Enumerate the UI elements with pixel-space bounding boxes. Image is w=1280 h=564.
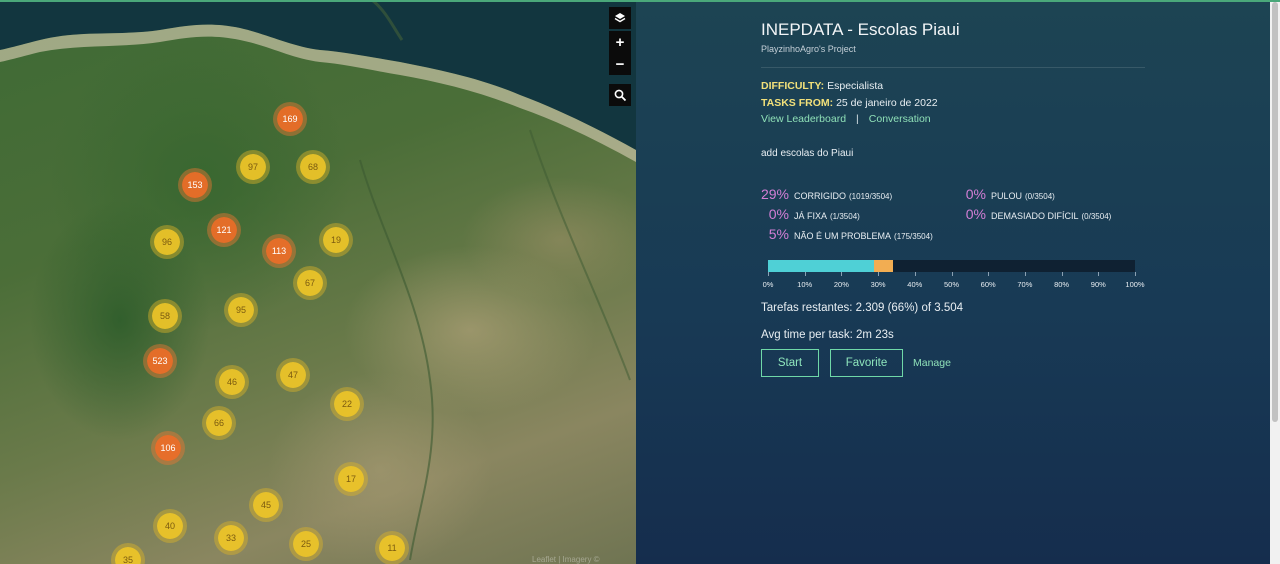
avg-time-per-task: Avg time per task: 2m 23s <box>761 329 894 341</box>
stat-pulou: 0% PULOU (0/3504) <box>954 186 1055 202</box>
stat-count: (1019/3504) <box>849 192 893 201</box>
stat-nao-e-problema: 5% NÃO É UM PROBLEMA (175/3504) <box>757 226 933 242</box>
favorite-button[interactable]: Favorite <box>830 349 903 377</box>
progress-tick <box>1135 272 1136 276</box>
map-cluster-marker[interactable]: 121 <box>211 217 237 243</box>
map-cluster-marker[interactable]: 113 <box>266 238 292 264</box>
map-cluster-marker[interactable]: 96 <box>154 229 180 255</box>
progress-tick-label: 0% <box>762 280 774 289</box>
top-accent-line <box>0 0 1280 2</box>
map-cluster-marker[interactable]: 95 <box>228 297 254 323</box>
progress-segment-fixed <box>768 260 875 272</box>
divider <box>761 67 1145 68</box>
map-cluster-marker[interactable]: 25 <box>293 531 319 557</box>
progress-tick <box>1098 272 1100 276</box>
progress-tick <box>988 272 990 276</box>
map-cluster-marker[interactable]: 45 <box>253 492 279 518</box>
map-cluster-marker[interactable]: 66 <box>206 410 232 436</box>
stat-count: (0/3504) <box>1025 192 1055 201</box>
map-cluster-marker[interactable]: 22 <box>334 391 360 417</box>
stat-label: JÁ FIXA <box>794 211 828 221</box>
progress-tick <box>768 272 769 276</box>
stat-label: CORRIGIDO <box>794 191 847 201</box>
stat-percent: 0% <box>768 206 789 222</box>
progress-tick-label: 40% <box>907 280 923 289</box>
stat-percent: 5% <box>768 226 789 242</box>
progress-tick-label: 70% <box>1017 280 1033 289</box>
zoom-in-button[interactable]: + <box>609 31 631 53</box>
start-button[interactable]: Start <box>761 349 819 377</box>
map-cluster-marker[interactable]: 97 <box>240 154 266 180</box>
stat-label: DEMASIADO DIFÍCIL <box>991 211 1079 221</box>
stat-demasiado-dificil: 0% DEMASIADO DIFÍCIL (0/3504) <box>954 206 1112 222</box>
leaderboard-link[interactable]: View Leaderboard <box>761 113 846 125</box>
progress-tick-label: 10% <box>797 280 813 289</box>
project-owner: PlayzinhoAgro's Project <box>761 44 856 54</box>
map-cluster-marker[interactable]: 33 <box>218 525 244 551</box>
progress-tick <box>878 272 880 276</box>
progress-tick <box>1024 272 1026 276</box>
conversation-link[interactable]: Conversation <box>869 113 931 125</box>
progress-tick-label: 50% <box>943 280 960 289</box>
map-cluster-marker[interactable]: 169 <box>277 106 303 132</box>
map-cluster-marker[interactable]: 19 <box>323 227 349 253</box>
map-cluster-marker[interactable]: 58 <box>152 303 178 329</box>
stat-percent: 29% <box>760 186 789 202</box>
layers-icon[interactable] <box>609 7 631 29</box>
map-cluster-marker[interactable]: 67 <box>297 270 323 296</box>
map-cluster-marker[interactable]: 46 <box>219 369 245 395</box>
stat-count: (175/3504) <box>894 232 933 241</box>
progress-tick <box>951 272 953 276</box>
tasks-from-row: TASKS FROM: 25 de janeiro de 2022 <box>761 97 938 109</box>
stat-count: (0/3504) <box>1081 212 1112 221</box>
map-cluster-marker[interactable]: 40 <box>157 513 183 539</box>
project-description: add escolas do Piaui <box>761 148 854 159</box>
progress-scale: 0% 10% 20% 30% 40% 50% 60% 70% 80% 90% 100% <box>763 272 1145 292</box>
map-cluster-marker[interactable]: 523 <box>147 348 173 374</box>
map-cluster-marker[interactable]: 17 <box>338 466 364 492</box>
map-cluster-marker[interactable]: 106 <box>155 435 181 461</box>
map-cluster-marker[interactable]: 47 <box>280 362 306 388</box>
map-attribution[interactable]: Leaflet | Imagery © <box>532 555 600 564</box>
stat-label: PULOU <box>991 191 1023 201</box>
stat-percent: 0% <box>965 186 986 202</box>
link-separator: | <box>856 113 859 125</box>
progress-tick-label: 30% <box>870 280 886 289</box>
stat-corrigido: 29% CORRIGIDO (1019/3504) <box>757 186 892 202</box>
map-cluster-marker[interactable]: 68 <box>300 154 326 180</box>
progress-tick <box>914 272 916 276</box>
stat-count: (1/3504) <box>830 212 860 221</box>
tasks-from-value: 25 de janeiro de 2022 <box>836 97 938 109</box>
progress-tick-label: 90% <box>1090 280 1106 289</box>
page-title: INEPDATA - Escolas Piaui <box>761 20 960 39</box>
progress-bar <box>768 260 1135 272</box>
project-links: View Leaderboard | Conversation <box>761 113 931 125</box>
map-cluster-marker[interactable]: 153 <box>182 172 208 198</box>
progress-tick-label: 80% <box>1054 280 1070 289</box>
progress-tick-label: 100% <box>1125 280 1145 289</box>
remaining-tasks: Tarefas restantes: 2.309 (66%) of 3.504 <box>761 302 964 314</box>
task-map[interactable]: + − 169 97 68 153 121 96 113 19 67 95 58 523 47 46 22 6… <box>0 0 636 564</box>
manage-link[interactable]: Manage <box>913 357 951 369</box>
progress-tick-label: 60% <box>980 280 996 289</box>
tasks-from-label: TASKS FROM: <box>761 97 834 109</box>
page-scrollbar[interactable] <box>1270 0 1280 564</box>
difficulty-row: DIFFICULTY: Especialista <box>761 80 883 92</box>
project-panel: INEPDATA - Escolas Piaui PlayzinhoAgro's… <box>636 0 1270 564</box>
progress-tick-label: 20% <box>833 280 849 289</box>
search-icon[interactable] <box>609 84 631 106</box>
stat-ja-fixa: 0% JÁ FIXA (1/3504) <box>757 206 860 222</box>
difficulty-label: DIFFICULTY: <box>761 80 825 92</box>
progress-segment-not-problem <box>874 260 893 272</box>
stat-percent: 0% <box>965 206 986 222</box>
map-cluster-marker[interactable]: 11 <box>379 535 405 561</box>
progress-tick <box>804 272 806 276</box>
progress-tick <box>1061 272 1063 276</box>
zoom-out-button[interactable]: − <box>609 53 631 75</box>
scrollbar-thumb[interactable] <box>1272 2 1278 422</box>
difficulty-value: Especialista <box>827 80 884 92</box>
progress-tick <box>841 272 843 276</box>
stat-label: NÃO É UM PROBLEMA <box>794 231 892 241</box>
